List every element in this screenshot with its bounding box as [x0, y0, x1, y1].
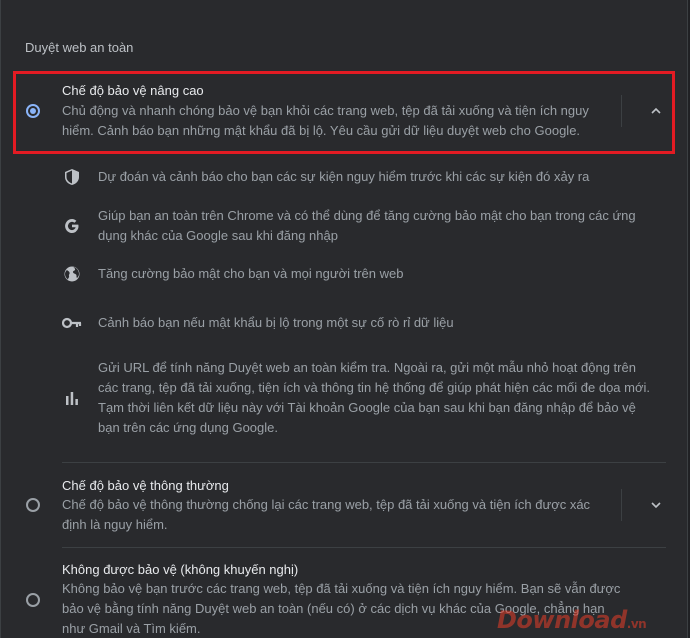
divider — [62, 462, 666, 463]
key-icon — [62, 313, 82, 333]
globe-icon — [62, 264, 82, 284]
google-g-icon — [62, 216, 82, 236]
section-title: Duyệt web an toàn — [25, 40, 134, 55]
divider — [62, 547, 666, 548]
settings-page: Duyệt web an toàn Chế độ bảo vệ nâng cao… — [0, 0, 690, 638]
detail-text: Dự đoán và cảnh báo cho bạn các sự kiện … — [98, 169, 590, 184]
standard-protection-description: Chế độ bảo vệ thông thường chống lại các… — [62, 497, 591, 532]
highlight-annotation — [13, 71, 675, 154]
detail-text: Cảnh báo bạn nếu mật khẩu bị lộ trong mộ… — [98, 315, 454, 330]
detail-text: Tăng cường bảo mật cho bạn và mọi người … — [98, 266, 404, 281]
detail-text: Giúp bạn an toàn trên Chrome và có thể d… — [98, 208, 636, 243]
detail-text: Gửi URL để tính năng Duyệt web an toàn k… — [98, 360, 650, 435]
standard-protection-radio[interactable] — [26, 498, 40, 512]
standard-protection-title: Chế độ bảo vệ thông thường — [62, 478, 229, 493]
standard-protection-option[interactable]: Chế độ bảo vệ thông thường Chế độ bảo vệ… — [1, 470, 689, 540]
chevron-down-icon — [651, 502, 661, 509]
bar-chart-icon — [62, 388, 82, 408]
watermark-logo: Download.vn — [497, 606, 647, 634]
no-protection-title: Không được bảo vệ (không khuyến nghị) — [62, 562, 299, 577]
no-protection-radio[interactable] — [26, 593, 40, 607]
divider — [621, 489, 622, 521]
safe-browsing-card: Duyệt web an toàn Chế độ bảo vệ nâng cao… — [0, 0, 688, 638]
expand-button[interactable] — [643, 492, 669, 518]
shield-icon — [62, 167, 82, 187]
